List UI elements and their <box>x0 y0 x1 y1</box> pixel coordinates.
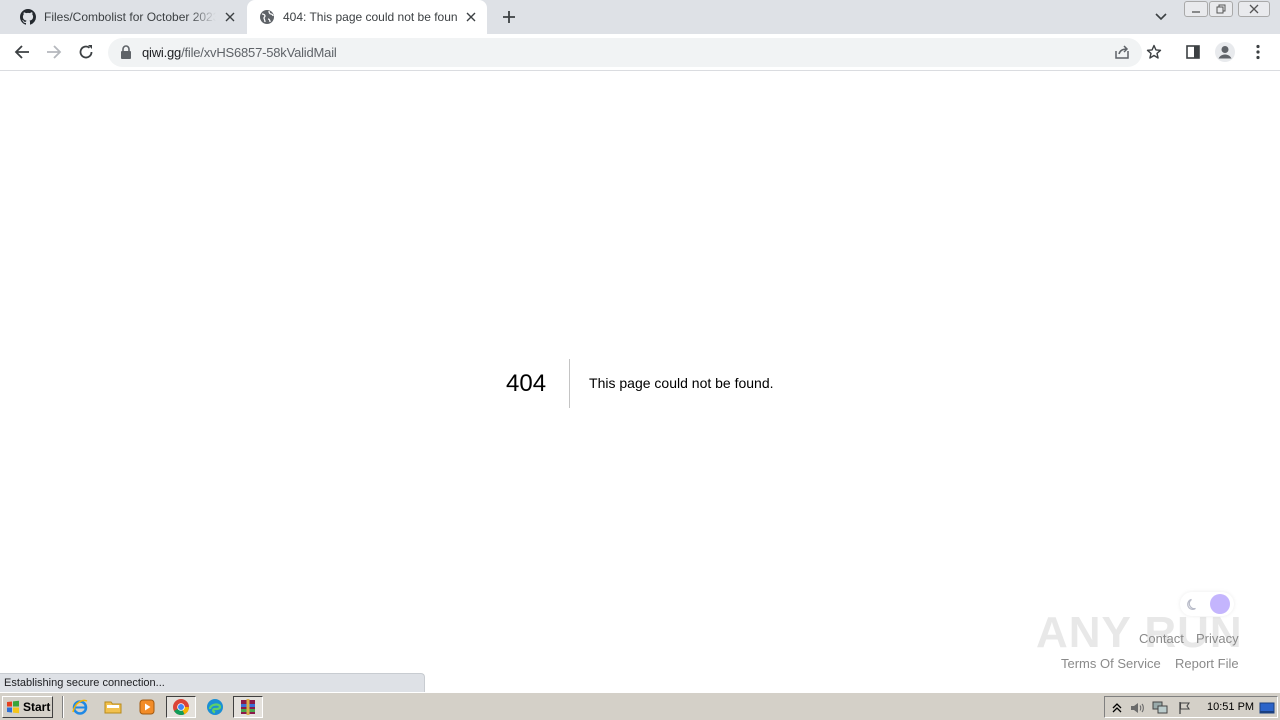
privacy-link[interactable]: Privacy <box>1196 631 1239 646</box>
network-icon[interactable] <box>1152 700 1168 715</box>
report-file-link[interactable]: Report File <box>1175 656 1239 671</box>
volume-icon[interactable] <box>1129 700 1145 715</box>
arrow-left-icon <box>14 45 29 59</box>
kebab-menu-icon <box>1256 44 1260 60</box>
plus-icon <box>503 11 515 23</box>
profile-avatar-icon <box>1215 42 1235 62</box>
close-icon <box>1249 4 1259 14</box>
minimize-icon <box>1192 11 1200 13</box>
restore-icon <box>1216 4 1226 14</box>
tab-search-button[interactable] <box>1151 8 1171 26</box>
show-desktop-icon[interactable] <box>1259 700 1275 715</box>
start-button[interactable]: Start <box>2 696 53 718</box>
menu-button[interactable] <box>1246 40 1270 64</box>
side-panel-icon <box>1186 45 1200 59</box>
close-tab-icon[interactable] <box>463 9 479 25</box>
chevron-down-icon <box>1155 13 1167 21</box>
media-player-icon[interactable] <box>135 696 159 718</box>
url-host: qiwi.gg <box>142 45 182 60</box>
tab-github-combolist[interactable]: Files/Combolist for October 2023 - Fr <box>8 0 246 34</box>
forward-button[interactable] <box>42 40 66 64</box>
moon-icon <box>1186 597 1200 611</box>
browser-toolbar: qiwi.gg/file/xvHS6857-58kValidMail <box>0 34 1280 71</box>
address-bar[interactable]: qiwi.gg/file/xvHS6857-58kValidMail <box>108 38 1162 67</box>
tab-404[interactable]: 404: This page could not be found. <box>247 0 487 34</box>
tab-title: Files/Combolist for October 2023 - Fr <box>44 10 216 24</box>
side-panel-button[interactable] <box>1181 40 1205 64</box>
toggle-knob <box>1210 594 1230 614</box>
terms-link[interactable]: Terms Of Service <box>1061 656 1161 671</box>
theme-toggle[interactable] <box>1180 592 1234 616</box>
start-label: Start <box>23 700 51 714</box>
share-icon[interactable] <box>1113 43 1131 61</box>
winrar-icon[interactable] <box>233 696 263 718</box>
status-bubble: Establishing secure connection... <box>0 673 425 692</box>
arrow-right-icon <box>47 45 62 59</box>
new-tab-button[interactable] <box>498 6 520 28</box>
url-text[interactable]: qiwi.gg/file/xvHS6857-58kValidMail <box>142 45 337 60</box>
contact-link[interactable]: Contact <box>1139 631 1184 646</box>
system-tray: 10:51 PM <box>1104 696 1278 718</box>
taskbar-divider <box>62 696 64 718</box>
globe-icon <box>259 9 275 25</box>
folder-icon[interactable] <box>101 696 125 718</box>
tray-expand-icon[interactable] <box>1109 700 1125 715</box>
ie-icon[interactable] <box>68 696 92 718</box>
edge-icon[interactable] <box>203 696 227 718</box>
error-block: 404 This page could not be found. <box>506 358 774 408</box>
close-tab-icon[interactable] <box>222 9 238 25</box>
github-icon <box>20 9 37 25</box>
close-window-button[interactable] <box>1238 1 1270 17</box>
tab-title: 404: This page could not be found. <box>283 10 457 24</box>
error-message: This page could not be found. <box>589 375 774 391</box>
back-button[interactable] <box>10 40 34 64</box>
tab-strip: Files/Combolist for October 2023 - Fr 40… <box>0 0 1280 34</box>
minimize-button[interactable] <box>1184 1 1208 17</box>
action-center-flag-icon[interactable] <box>1177 700 1193 715</box>
error-code: 404 <box>506 358 571 408</box>
reload-button[interactable] <box>74 40 98 64</box>
taskbar-clock[interactable]: 10:51 PM <box>1207 701 1254 713</box>
url-path: /file/xvHS6857-58kValidMail <box>181 45 337 60</box>
windows-taskbar: Start 10:51 PM <box>0 692 1280 720</box>
page-content: 404 This page could not be found. ANY RU… <box>0 72 1280 692</box>
bookmark-star-icon[interactable] <box>1145 43 1163 61</box>
reload-icon <box>79 45 93 59</box>
lock-icon[interactable] <box>120 45 132 59</box>
chrome-icon[interactable] <box>166 696 196 718</box>
profile-button[interactable] <box>1213 40 1237 64</box>
windows-flag-icon <box>6 700 20 714</box>
restore-button[interactable] <box>1209 1 1233 17</box>
